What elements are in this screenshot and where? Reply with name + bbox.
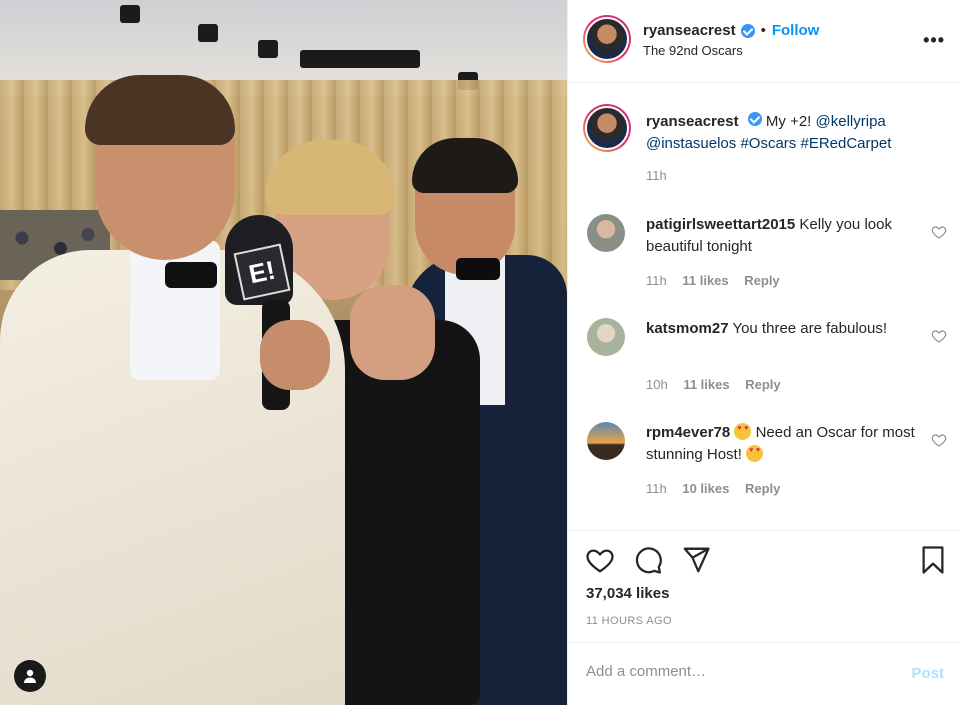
reply-button[interactable]: Reply xyxy=(744,273,779,288)
heart-eyes-emoji-icon xyxy=(746,445,764,462)
post-sidebar: ryanseacrest • Follow The 92nd Oscars ••… xyxy=(567,0,960,705)
comment-username[interactable]: rpm4ever78 xyxy=(646,424,730,441)
header-user-row: ryanseacrest • Follow xyxy=(643,22,819,39)
person-center-hand xyxy=(350,285,435,380)
post-comment-button[interactable]: Post xyxy=(911,665,944,682)
caption-text: ryanseacrest My +2! @kellyripa @instasue… xyxy=(646,111,946,155)
likes-count[interactable]: 37,034 likes xyxy=(586,585,669,602)
reply-button[interactable]: Reply xyxy=(745,377,780,392)
stage-light xyxy=(258,40,278,58)
hashtag-link[interactable]: #Oscars xyxy=(740,135,796,152)
post-timestamp[interactable]: 11 HOURS AGO xyxy=(586,615,672,627)
comment-avatar[interactable] xyxy=(587,214,625,252)
comment-username[interactable]: patigirlsweettart2015 xyxy=(646,216,795,233)
like-comment-heart-icon[interactable] xyxy=(931,224,947,240)
comment-text: patigirlsweettart2015 Kelly you look bea… xyxy=(646,214,916,258)
caption-avatar[interactable] xyxy=(583,104,631,152)
comment-meta: 11h 11 likes Reply xyxy=(646,273,792,288)
comment-time[interactable]: 11h xyxy=(646,481,667,496)
microphone-flag: E! xyxy=(233,243,291,301)
comment-likes[interactable]: 11 likes xyxy=(683,377,729,392)
header-username[interactable]: ryanseacrest xyxy=(643,22,736,39)
post-photo[interactable]: E! xyxy=(0,0,567,705)
person-left-bowtie xyxy=(165,262,217,288)
comment-meta: 11h 10 likes Reply xyxy=(646,481,792,496)
comment-meta: 10h 11 likes Reply xyxy=(646,377,793,392)
comment-time[interactable]: 10h xyxy=(646,377,668,392)
avatar-image xyxy=(585,17,629,61)
comment-likes[interactable]: 11 likes xyxy=(682,273,728,288)
person-left-hair xyxy=(85,75,235,145)
stage-light xyxy=(120,5,140,23)
mention-link[interactable]: @instasuelos xyxy=(646,135,736,152)
comment-likes[interactable]: 10 likes xyxy=(682,481,729,496)
heart-icon[interactable] xyxy=(585,545,615,575)
comment-body: You three are fabulous! xyxy=(732,320,888,337)
mention-link[interactable]: @kellyripa xyxy=(816,113,886,130)
stage-light xyxy=(198,24,218,42)
verified-badge-icon xyxy=(747,112,762,126)
person-right-bowtie xyxy=(456,258,500,280)
like-comment-heart-icon[interactable] xyxy=(931,328,947,344)
tagged-users-button[interactable] xyxy=(14,660,46,692)
add-comment-bar: Post xyxy=(568,642,960,705)
reply-button[interactable]: Reply xyxy=(745,481,780,496)
person-left-hand xyxy=(260,320,330,390)
comment-avatar[interactable] xyxy=(587,422,625,460)
comment-username[interactable]: katsmom27 xyxy=(646,320,729,337)
post-location[interactable]: The 92nd Oscars xyxy=(643,43,743,58)
hashtag-link[interactable]: #ERedCarpet xyxy=(800,135,891,152)
comment-avatar[interactable] xyxy=(587,318,625,356)
add-comment-input[interactable] xyxy=(586,663,886,680)
person-left-shirt xyxy=(130,240,220,380)
verified-badge-icon xyxy=(740,23,755,38)
stage-light xyxy=(300,50,420,68)
comment-time[interactable]: 11h xyxy=(646,273,667,288)
user-icon xyxy=(24,669,36,683)
heart-eyes-emoji-icon xyxy=(734,423,752,440)
caption-body: My +2! xyxy=(765,113,816,130)
header-avatar[interactable] xyxy=(583,15,631,63)
bookmark-icon[interactable] xyxy=(918,545,948,575)
caption-username[interactable]: ryanseacrest xyxy=(646,113,739,130)
avatar-image xyxy=(585,106,629,150)
follow-button[interactable]: Follow xyxy=(772,22,820,39)
header-separator: • xyxy=(760,22,766,39)
comment-text: rpm4ever78 Need an Oscar for most stunni… xyxy=(646,422,916,466)
comment-icon[interactable] xyxy=(633,545,663,575)
caption-time[interactable]: 11h xyxy=(646,168,667,183)
post-header: ryanseacrest • Follow The 92nd Oscars ••… xyxy=(568,0,960,83)
share-icon[interactable] xyxy=(681,545,711,575)
comment-text: katsmom27 You three are fabulous! xyxy=(646,318,916,340)
post-actions: 37,034 likes 11 HOURS AGO xyxy=(568,530,960,642)
like-comment-heart-icon[interactable] xyxy=(931,432,947,448)
more-options-icon[interactable]: ••• xyxy=(923,30,945,51)
